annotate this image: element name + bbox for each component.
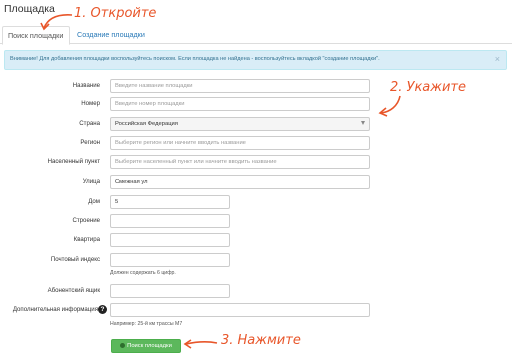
postal-row: Почтовый индекс <box>0 253 512 268</box>
search-icon <box>120 342 126 348</box>
chevron-down-icon <box>361 121 365 125</box>
street-label: Улица <box>82 178 100 185</box>
building-row: Строение <box>0 214 512 229</box>
settlement-row: Населенный пункт Выберите населенный пун… <box>0 155 512 170</box>
search-button-label: Поиск площадки <box>127 343 172 349</box>
search-venue-button[interactable]: Поиск площадки <box>111 339 181 353</box>
annotation-step1: 1. Откройте <box>74 6 157 21</box>
extra-info-hint: Например: 25-й км трассы М7 <box>110 321 183 327</box>
annotation-arrow-2 <box>378 95 401 117</box>
pobox-input[interactable] <box>110 284 230 298</box>
extra-info-input[interactable] <box>110 303 370 317</box>
building-label: Строение <box>72 217 100 224</box>
annotation-step3: 3. Нажмите <box>221 333 301 348</box>
annotation-arrow-1 <box>40 14 73 31</box>
alert-text: Внимание! Для добавления площадки воспол… <box>10 56 380 62</box>
region-label: Регион <box>80 139 100 146</box>
house-row: Дом 5 <box>0 195 512 210</box>
pobox-row: Абонентский ящик <box>0 284 512 299</box>
apartment-label: Квартира <box>73 236 100 243</box>
tab-create-venue[interactable]: Создание площадки <box>72 26 150 44</box>
house-input[interactable]: 5 <box>110 195 230 209</box>
country-row: Страна Российская Федерация <box>0 117 512 132</box>
building-input[interactable] <box>110 214 230 228</box>
postal-hint: Должен содержать 6 цифр. <box>110 270 176 276</box>
info-alert: Внимание! Для добавления площадки воспол… <box>4 50 507 70</box>
close-icon[interactable]: × <box>495 54 500 64</box>
name-label: Название <box>72 82 100 89</box>
postal-input[interactable] <box>110 253 230 267</box>
country-value: Российская Федерация <box>115 121 178 127</box>
postal-label: Почтовый индекс <box>50 256 100 263</box>
extra-info-label: Дополнительная информация <box>12 306 98 313</box>
number-label: Номер <box>81 100 100 107</box>
country-label: Страна <box>79 120 100 127</box>
region-select[interactable]: Выберите регион или начните вводить назв… <box>110 136 370 150</box>
house-label: Дом <box>88 198 100 205</box>
help-icon[interactable]: ? <box>98 305 107 314</box>
region-row: Регион Выберите регион или начните вводи… <box>0 136 512 151</box>
settlement-select[interactable]: Выберите населенный пункт или начните вв… <box>110 155 370 169</box>
number-input[interactable]: Введите номер площадки <box>110 97 370 111</box>
country-select[interactable]: Российская Федерация <box>110 117 370 131</box>
apartment-row: Квартира <box>0 233 512 248</box>
number-row: Номер Введите номер площадки <box>0 97 512 112</box>
pobox-label: Абонентский ящик <box>47 287 100 294</box>
street-row: Улица Смежная ул <box>0 175 512 190</box>
settlement-label: Населенный пункт <box>47 158 100 165</box>
annotation-arrow-3 <box>183 339 218 349</box>
street-input[interactable]: Смежная ул <box>110 175 370 189</box>
name-input[interactable]: Введите название площадки <box>110 79 370 93</box>
apartment-input[interactable] <box>110 233 230 247</box>
extra-info-row: Дополнительная информация ? <box>0 303 512 318</box>
